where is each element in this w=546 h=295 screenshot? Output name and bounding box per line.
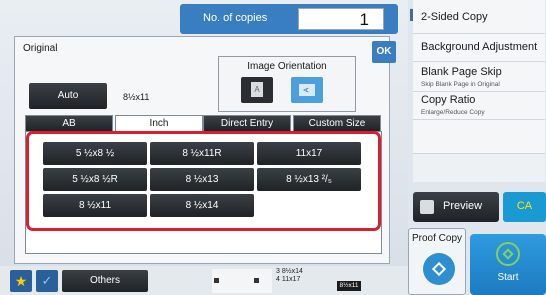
size-button[interactable]: 5 ½x8 ½ (43, 142, 147, 165)
size-button[interactable]: 8 ½x14 (150, 194, 254, 217)
selected-paper-size: 8½x11 (337, 281, 361, 291)
empty-item (413, 154, 545, 182)
others-button[interactable]: Others (62, 270, 148, 292)
star-icon[interactable]: ★ (10, 270, 32, 292)
copy-ratio-item[interactable]: Copy Ratio Enlarge/Reduce Copy (413, 92, 545, 120)
two-sided-copy-item[interactable]: 2-Sided Copy (413, 0, 545, 34)
copies-input[interactable]: 1 (298, 8, 384, 30)
ca-label: CA (516, 200, 533, 212)
proof-copy-icon (423, 253, 455, 285)
tab-custom-size[interactable]: Custom Size (293, 115, 381, 131)
copies-label: No. of copies (203, 12, 268, 24)
blank-page-skip-item[interactable]: Blank Page Skip Skip Blank Page in Origi… (413, 62, 545, 92)
tab-inch[interactable]: Inch (115, 115, 203, 132)
start-button[interactable]: Start (470, 234, 546, 295)
proof-copy-button[interactable]: Proof Copy (408, 228, 466, 295)
empty-item (413, 120, 545, 154)
item-subtitle: Skip Blank Page in Original (421, 81, 500, 88)
tray-line: 3 8½x14 (276, 268, 303, 275)
item-title: Copy Ratio (421, 94, 476, 106)
clear-all-button[interactable]: CA (503, 192, 546, 222)
preview-icon (420, 200, 434, 214)
preview-label: Preview (443, 200, 483, 212)
tab-ab[interactable]: AB (25, 115, 113, 131)
background-adjustment-item[interactable]: Background Adjustment (413, 34, 545, 62)
copies-value: 1 (359, 10, 369, 29)
right-function-panel: ▌▸ 2-Sided Copy Background Adjustment Bl… (408, 0, 546, 295)
size-button[interactable]: 8 ½x11R (150, 142, 254, 165)
tabs-layer: AB Inch Direct Entry Custom Size 5 ½x8 ½… (14, 36, 390, 264)
tray-line: 4 11x17 (276, 276, 301, 283)
tray-info: 3 8½x14 4 11x17 (276, 268, 303, 284)
preview-button[interactable]: Preview (413, 192, 499, 222)
tray-mark (254, 278, 259, 283)
proof-copy-label: Proof Copy (412, 233, 463, 244)
check-icon[interactable]: ✓ (36, 270, 58, 292)
copies-bar: No. of copies 1 (180, 4, 398, 34)
copy-screen: No. of copies 1 Original OK Auto 8½x11 I… (0, 0, 546, 295)
size-button[interactable]: 5 ½x8 ½R (43, 168, 147, 191)
paper-tray-graphic (212, 269, 272, 293)
size-button[interactable]: 11x17 (257, 142, 361, 165)
item-subtitle: Enlarge/Reduce Copy (421, 109, 485, 116)
tray-mark (214, 278, 219, 283)
item-title: Background Adjustment (421, 41, 538, 53)
start-label: Start (497, 272, 519, 283)
diamond-icon (431, 261, 447, 277)
start-icon (496, 242, 520, 266)
size-button[interactable]: 8 ½x13 ²/₅ (257, 168, 361, 191)
tab-direct-entry[interactable]: Direct Entry (203, 115, 291, 131)
bottom-bar: ★ ✓ Others 3 8½x14 4 11x17 8½x11 (0, 266, 408, 295)
item-title: Blank Page Skip (421, 66, 502, 78)
size-button[interactable]: 8 ½x13 (150, 168, 254, 191)
size-button[interactable]: 8 ½x11 (43, 194, 147, 217)
diamond-icon (502, 248, 514, 260)
item-title: 2-Sided Copy (421, 11, 488, 23)
